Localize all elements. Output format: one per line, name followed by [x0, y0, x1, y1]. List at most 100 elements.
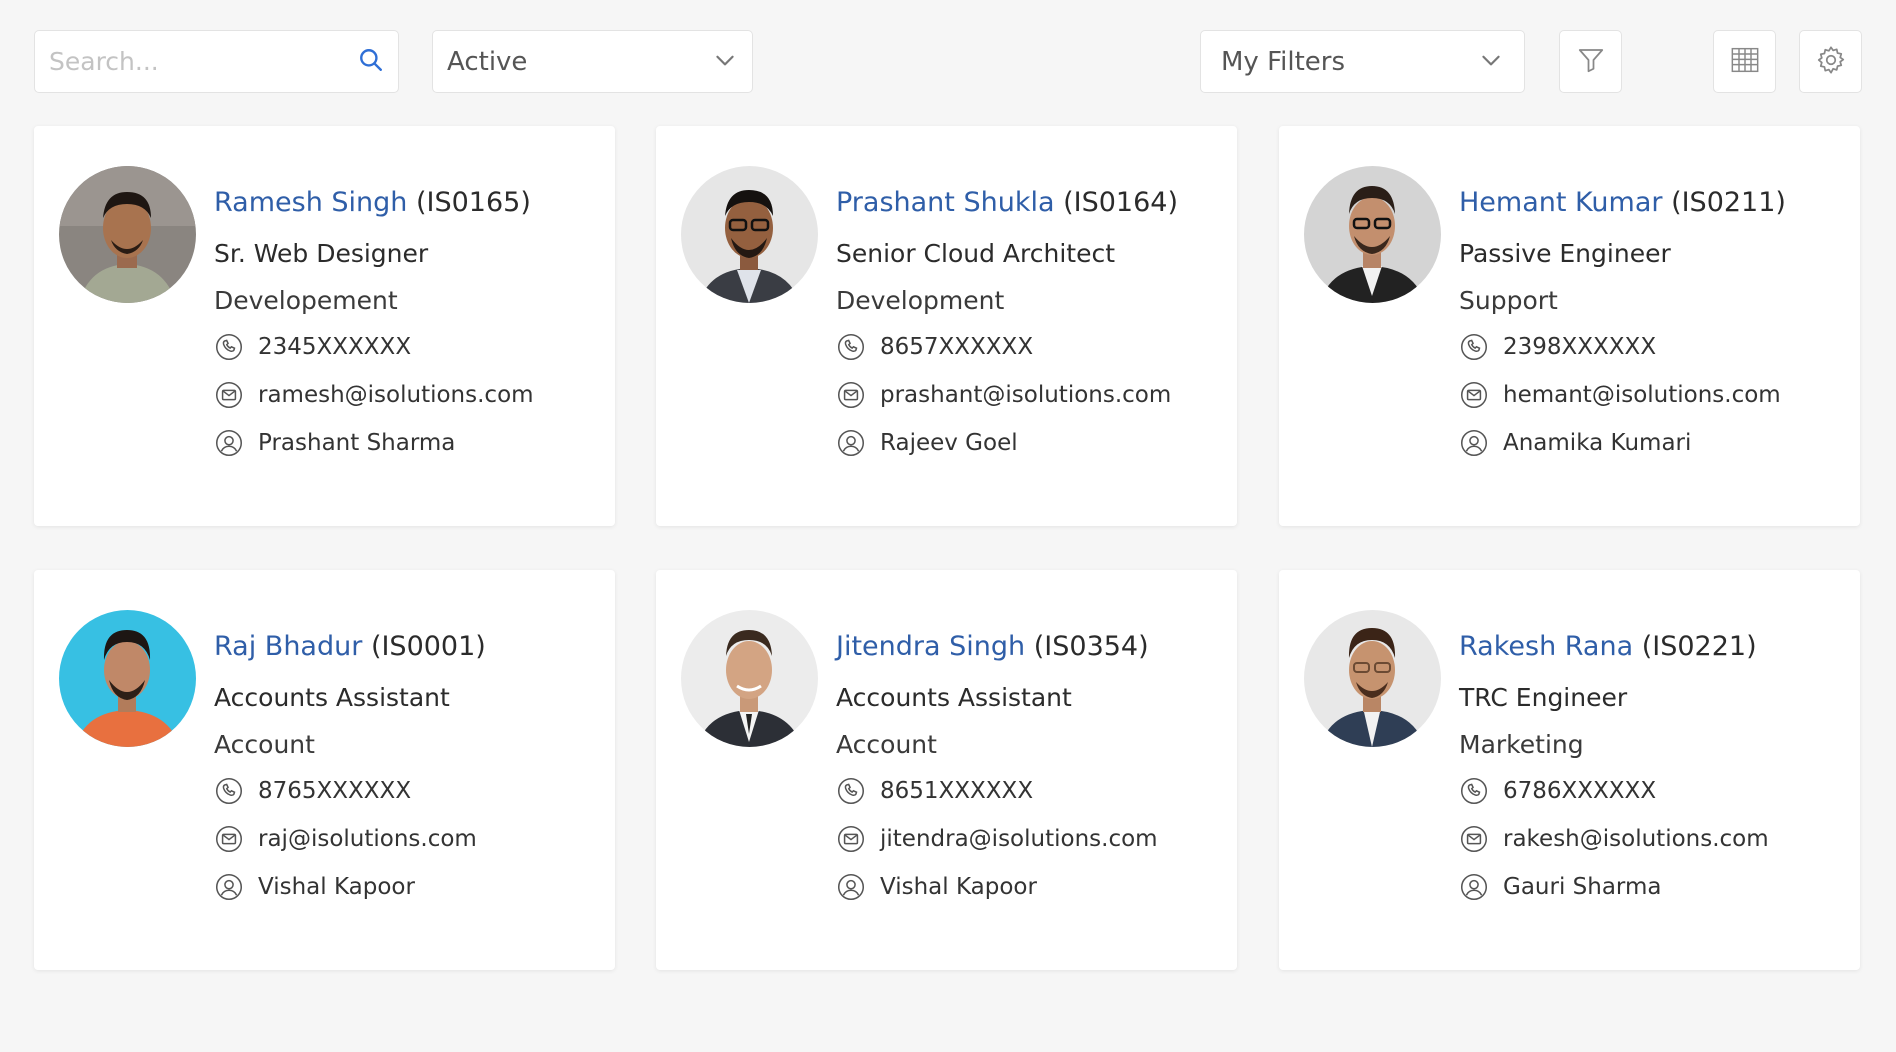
email-row: raj@isolutions.com — [214, 823, 605, 855]
email-row: ramesh@isolutions.com — [214, 379, 605, 411]
search-icon[interactable] — [358, 47, 384, 77]
grid-view-button[interactable] — [1713, 30, 1776, 93]
filter-icon — [1576, 45, 1606, 79]
employee-name[interactable]: Ramesh Singh — [214, 187, 407, 218]
employee-name[interactable]: Raj Bhadur — [214, 631, 362, 662]
email-row: prashant@isolutions.com — [836, 379, 1227, 411]
manager-row: Anamika Kumari — [1459, 427, 1850, 459]
avatar — [1304, 166, 1441, 303]
department: Development — [836, 286, 1005, 315]
email-address[interactable]: hemant@isolutions.com — [1503, 382, 1781, 408]
email-row: jitendra@isolutions.com — [836, 823, 1227, 855]
user-icon — [214, 872, 244, 902]
phone-icon — [836, 332, 866, 362]
employee-code: (IS0211) — [1671, 187, 1786, 218]
filter-button[interactable] — [1559, 30, 1622, 93]
phone-icon — [1459, 332, 1489, 362]
user-icon — [1459, 872, 1489, 902]
toolbar: Active My Filters — [34, 30, 1862, 93]
employee-name-line: Jitendra Singh (IS0354) — [836, 630, 1227, 664]
my-filters-value: My Filters — [1221, 46, 1346, 77]
email-address[interactable]: prashant@isolutions.com — [880, 382, 1171, 408]
email-address[interactable]: rakesh@isolutions.com — [1503, 826, 1769, 852]
phone-number: 6786XXXXXX — [1503, 778, 1657, 804]
phone-icon — [214, 332, 244, 362]
employee-name-line: Raj Bhadur (IS0001) — [214, 630, 605, 664]
reporting-manager: Gauri Sharma — [1503, 874, 1662, 900]
reporting-manager: Vishal Kapoor — [258, 874, 415, 900]
department: Marketing — [1459, 730, 1584, 759]
settings-button[interactable] — [1799, 30, 1862, 93]
email-address[interactable]: ramesh@isolutions.com — [258, 382, 534, 408]
email-row: hemant@isolutions.com — [1459, 379, 1850, 411]
employee-code: (IS0165) — [415, 187, 531, 218]
employee-card[interactable]: Raj Bhadur (IS0001) Accounts Assistant A… — [34, 570, 615, 970]
manager-row: Gauri Sharma — [1459, 871, 1850, 903]
phone-number: 8651XXXXXX — [880, 778, 1034, 804]
employee-card[interactable]: Prashant Shukla (IS0164) Senior Cloud Ar… — [656, 126, 1237, 526]
search-input[interactable] — [49, 47, 358, 76]
avatar — [59, 610, 196, 747]
employee-code: (IS0354) — [1033, 631, 1149, 662]
phone-icon — [836, 776, 866, 806]
my-filters-dropdown[interactable]: My Filters — [1200, 30, 1525, 93]
manager-row: Vishal Kapoor — [214, 871, 605, 903]
employee-card[interactable]: Jitendra Singh (IS0354) Accounts Assista… — [656, 570, 1237, 970]
job-title: Sr. Web Designer — [214, 239, 429, 268]
employee-code: (IS0221) — [1641, 631, 1757, 662]
job-title: Passive Engineer — [1459, 239, 1671, 268]
department: Support — [1459, 286, 1558, 315]
reporting-manager: Vishal Kapoor — [880, 874, 1037, 900]
phone-icon — [1459, 776, 1489, 806]
phone-row: 8765XXXXXX — [214, 775, 605, 807]
email-address[interactable]: jitendra@isolutions.com — [880, 826, 1158, 852]
phone-number: 8765XXXXXX — [258, 778, 412, 804]
employee-name[interactable]: Jitendra Singh — [836, 631, 1025, 662]
manager-row: Rajeev Goel — [836, 427, 1227, 459]
status-dropdown[interactable]: Active — [432, 30, 753, 93]
employee-name[interactable]: Rakesh Rana — [1459, 631, 1633, 662]
employee-card[interactable]: Rakesh Rana (IS0221) TRC Engineer Market… — [1279, 570, 1860, 970]
employee-card[interactable]: Hemant Kumar (IS0211) Passive Engineer S… — [1279, 126, 1860, 526]
employee-name-line: Ramesh Singh (IS0165) — [214, 186, 605, 220]
status-dropdown-value: Active — [447, 46, 528, 77]
email-icon — [214, 380, 244, 410]
job-title: Accounts Assistant — [214, 683, 450, 712]
employee-name[interactable]: Prashant Shukla — [836, 187, 1055, 218]
avatar — [59, 166, 196, 303]
employee-code: (IS0164) — [1063, 187, 1178, 218]
email-icon — [214, 824, 244, 854]
reporting-manager: Anamika Kumari — [1503, 430, 1692, 456]
phone-row: 6786XXXXXX — [1459, 775, 1850, 807]
job-title: TRC Engineer — [1459, 683, 1628, 712]
email-address[interactable]: raj@isolutions.com — [258, 826, 477, 852]
search-box[interactable] — [34, 30, 399, 93]
employee-name[interactable]: Hemant Kumar — [1459, 187, 1662, 218]
avatar — [681, 166, 818, 303]
employee-name-line: Rakesh Rana (IS0221) — [1459, 630, 1850, 664]
job-title: Accounts Assistant — [836, 683, 1072, 712]
phone-icon — [214, 776, 244, 806]
reporting-manager: Prashant Sharma — [258, 430, 456, 456]
employee-card[interactable]: Ramesh Singh (IS0165) Sr. Web Designer D… — [34, 126, 615, 526]
department: Account — [214, 730, 315, 759]
grid-icon — [1729, 44, 1761, 80]
reporting-manager: Rajeev Goel — [880, 430, 1018, 456]
email-row: rakesh@isolutions.com — [1459, 823, 1850, 855]
avatar — [681, 610, 818, 747]
email-icon — [1459, 824, 1489, 854]
employee-name-line: Hemant Kumar (IS0211) — [1459, 186, 1850, 220]
email-icon — [836, 380, 866, 410]
avatar — [1304, 610, 1441, 747]
employee-code: (IS0001) — [370, 631, 486, 662]
user-icon — [214, 428, 244, 458]
phone-row: 2398XXXXXX — [1459, 331, 1850, 363]
user-icon — [836, 428, 866, 458]
phone-row: 2345XXXXXX — [214, 331, 605, 363]
phone-number: 2398XXXXXX — [1503, 334, 1657, 360]
phone-row: 8651XXXXXX — [836, 775, 1227, 807]
job-title: Senior Cloud Architect — [836, 239, 1116, 268]
email-icon — [836, 824, 866, 854]
department: Developement — [214, 286, 398, 315]
chevron-down-icon — [712, 47, 738, 77]
